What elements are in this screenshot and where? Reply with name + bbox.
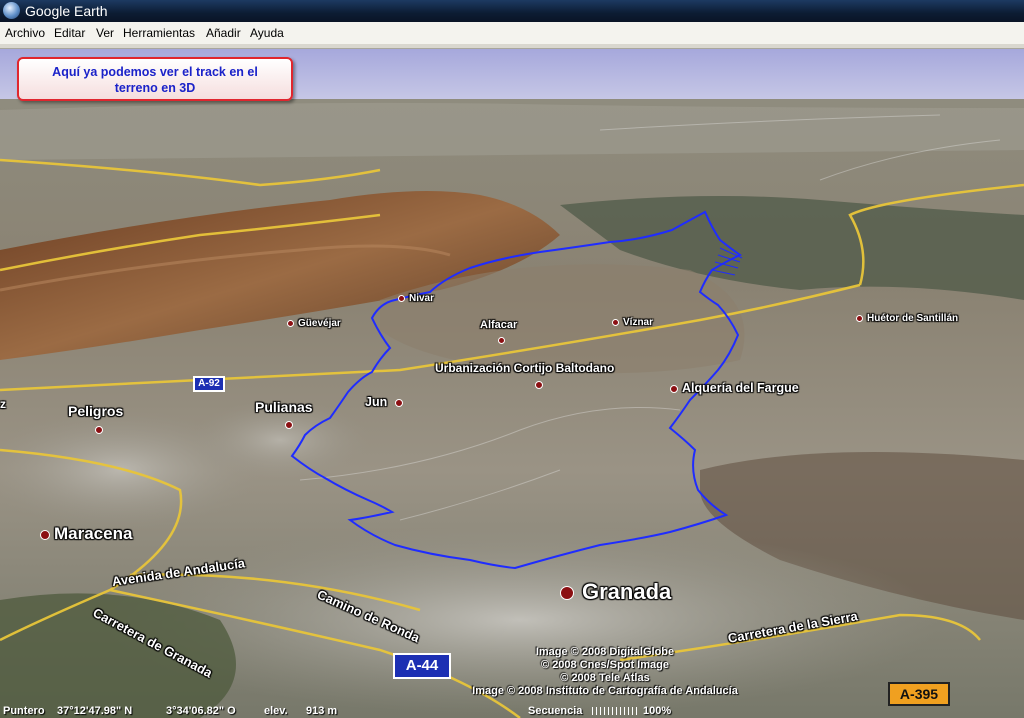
place-alfacar[interactable]: Alfacar bbox=[480, 319, 517, 331]
elevation-label: elev. bbox=[264, 705, 288, 717]
credit-line: Image © 2008 DigitalGlobe bbox=[535, 646, 675, 658]
place-alqueria-del-fargue[interactable]: Alquería del Fargue bbox=[670, 381, 799, 395]
status-bar: Puntero 37°12'47.98" N 3°34'06.82" O ele… bbox=[0, 704, 1024, 718]
place-jun[interactable]: Jun bbox=[365, 395, 407, 409]
menu-herramientas[interactable]: Herramientas bbox=[123, 26, 195, 40]
place-label: Huétor de Santillán bbox=[867, 313, 959, 324]
streaming-progress-bar bbox=[592, 707, 638, 715]
place-dot-icon bbox=[95, 425, 103, 434]
callout-line-1: Aquí ya podemos ver el track en el bbox=[52, 65, 258, 79]
menu-archivo[interactable]: Archivo bbox=[5, 26, 45, 40]
menu-bar: Archivo Editar Ver Herramientas Añadir A… bbox=[0, 22, 1024, 45]
place-granada[interactable]: Granada bbox=[560, 579, 671, 605]
earth-3d-view[interactable]: Nivar Güevéjar Alfacar Víznar Huétor de … bbox=[0, 49, 1024, 718]
place-nivar[interactable]: Nivar bbox=[398, 293, 434, 304]
place-label: Nivar bbox=[409, 293, 435, 304]
place-label: Urbanización Cortijo Baltodano bbox=[435, 361, 615, 375]
road-shield-a92: A-92 bbox=[193, 376, 225, 392]
place-dot-icon bbox=[287, 319, 294, 327]
callout-line-2: terreno en 3D bbox=[114, 81, 196, 95]
menu-ayuda[interactable]: Ayuda bbox=[250, 26, 284, 40]
place-dot-icon bbox=[40, 529, 50, 540]
streaming-label: Secuencia bbox=[528, 705, 583, 717]
place-dot-icon bbox=[560, 586, 574, 601]
place-cortijo-dot bbox=[535, 376, 547, 394]
place-dot-icon bbox=[394, 398, 403, 407]
place-dot-icon bbox=[612, 318, 619, 326]
place-pulianas-dot bbox=[285, 416, 297, 434]
place-dot-icon bbox=[498, 337, 505, 345]
place-edge-fragment: z bbox=[0, 397, 6, 411]
place-alfacar-dot bbox=[498, 332, 509, 350]
credit-line: © 2008 Cnes/Spot Image bbox=[541, 659, 669, 671]
place-dot-icon bbox=[856, 314, 863, 322]
place-label: Peligros bbox=[68, 403, 124, 419]
place-cortijo-baltodano[interactable]: Urbanización Cortijo Baltodano bbox=[435, 361, 614, 375]
pointer-longitude: 3°34'06.82" O bbox=[166, 705, 236, 717]
place-label: Alquería del Fargue bbox=[682, 381, 799, 395]
credit-line: © 2008 Tele Atlas bbox=[560, 672, 650, 684]
place-label: Granada bbox=[582, 579, 672, 604]
elevation-value: 913 m bbox=[306, 705, 338, 717]
place-label: Jun bbox=[365, 395, 388, 409]
place-label: Pulianas bbox=[255, 399, 313, 415]
imagery-credits: Image © 2008 DigitalGlobe © 2008 Cnes/Sp… bbox=[440, 646, 770, 698]
place-dot-icon bbox=[535, 380, 543, 389]
window-title: Google Earth bbox=[25, 3, 108, 19]
place-viznar[interactable]: Víznar bbox=[612, 317, 653, 328]
place-pulianas[interactable]: Pulianas bbox=[255, 399, 313, 415]
globe-icon bbox=[3, 2, 20, 19]
place-guevejar[interactable]: Güevéjar bbox=[287, 318, 341, 329]
pointer-label: Puntero bbox=[3, 705, 45, 717]
place-maracena[interactable]: Maracena bbox=[40, 524, 132, 544]
annotation-callout: Aquí ya podemos ver el track en el terre… bbox=[17, 57, 293, 101]
terrain-render bbox=[0, 49, 1024, 718]
pointer-latitude: 37°12'47.98" N bbox=[57, 705, 133, 717]
road-shield-a395: A-395 bbox=[888, 682, 950, 706]
place-dot-icon bbox=[285, 420, 293, 429]
place-peligros[interactable]: Peligros bbox=[68, 403, 123, 419]
place-label: Maracena bbox=[54, 524, 133, 543]
menu-anadir[interactable]: Añadir bbox=[206, 26, 241, 40]
credit-line: Image © 2008 Instituto de Cartografía de… bbox=[472, 685, 738, 697]
place-label: Víznar bbox=[623, 317, 654, 328]
menu-editar[interactable]: Editar bbox=[54, 26, 85, 40]
place-label: Güevéjar bbox=[298, 318, 341, 329]
title-bar: Google Earth bbox=[0, 0, 1024, 22]
place-huetor-de-santillan[interactable]: Huétor de Santillán bbox=[856, 313, 958, 324]
streaming-value: 100% bbox=[643, 705, 672, 717]
place-label: z bbox=[0, 397, 6, 411]
place-dot-icon bbox=[398, 294, 405, 302]
place-dot-icon bbox=[670, 384, 678, 393]
place-peligros-dot bbox=[95, 421, 107, 439]
menu-ver[interactable]: Ver bbox=[96, 26, 114, 40]
place-label: Alfacar bbox=[480, 319, 518, 331]
